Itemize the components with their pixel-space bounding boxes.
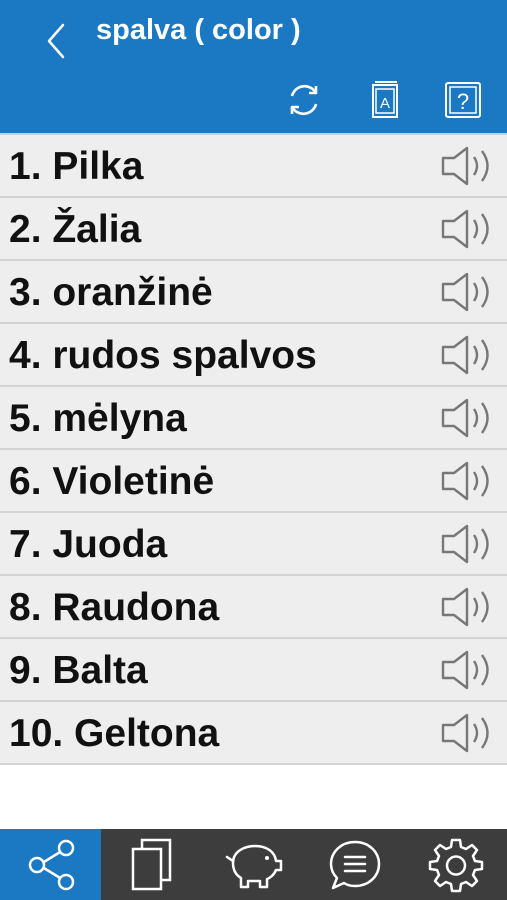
speaker-icon bbox=[441, 272, 489, 312]
word-list: 1. Pilka 2. Žalia 3. oranžinė 4. rudos s… bbox=[0, 133, 507, 765]
tab-share[interactable] bbox=[0, 829, 102, 900]
word-label: 10. Geltona bbox=[9, 712, 220, 755]
list-item[interactable]: 6. Violetinė bbox=[0, 450, 507, 513]
speaker-button[interactable] bbox=[439, 585, 497, 629]
speaker-icon bbox=[441, 335, 489, 375]
tab-savings[interactable] bbox=[203, 829, 304, 900]
speaker-button[interactable] bbox=[439, 144, 497, 188]
word-label: 7. Juoda bbox=[9, 523, 168, 566]
speaker-button[interactable] bbox=[439, 333, 497, 377]
header-bar: spalva ( color ) A ? bbox=[0, 0, 507, 133]
speaker-button[interactable] bbox=[439, 648, 497, 692]
back-button[interactable] bbox=[38, 18, 74, 64]
speaker-icon bbox=[441, 524, 489, 564]
speaker-button[interactable] bbox=[439, 270, 497, 314]
refresh-icon bbox=[290, 84, 318, 116]
list-item[interactable]: 10. Geltona bbox=[0, 702, 507, 765]
word-label: 1. Pilka bbox=[9, 145, 144, 188]
tab-settings[interactable] bbox=[406, 829, 507, 900]
speaker-icon bbox=[441, 650, 489, 690]
speaker-icon bbox=[441, 713, 489, 753]
word-label: 3. oranžinė bbox=[9, 271, 213, 314]
word-label: 2. Žalia bbox=[9, 208, 142, 251]
speaker-button[interactable] bbox=[439, 396, 497, 440]
dictionary-button[interactable]: A bbox=[364, 78, 406, 122]
speaker-button[interactable] bbox=[439, 711, 497, 755]
tab-chat[interactable] bbox=[304, 829, 405, 900]
bottom-tab-bar bbox=[0, 829, 507, 900]
chevron-left-icon bbox=[47, 23, 65, 59]
list-item[interactable]: 8. Raudona bbox=[0, 576, 507, 639]
speaker-icon bbox=[441, 398, 489, 438]
help-button[interactable]: ? bbox=[442, 78, 484, 122]
book-icon: A bbox=[372, 81, 398, 118]
list-item[interactable]: 3. oranžinė bbox=[0, 261, 507, 324]
list-item[interactable]: 9. Balta bbox=[0, 639, 507, 702]
word-label: 9. Balta bbox=[9, 649, 148, 692]
speaker-icon bbox=[441, 461, 489, 501]
list-item[interactable]: 7. Juoda bbox=[0, 513, 507, 576]
speaker-button[interactable] bbox=[439, 522, 497, 566]
speaker-button[interactable] bbox=[439, 459, 497, 503]
help-icon: ? bbox=[445, 82, 481, 118]
speaker-icon bbox=[441, 146, 489, 186]
word-label: 6. Violetinė bbox=[9, 460, 215, 503]
tab-cards[interactable] bbox=[101, 829, 202, 900]
list-item[interactable]: 2. Žalia bbox=[0, 198, 507, 261]
gear-icon bbox=[429, 838, 484, 892]
cards-icon bbox=[131, 838, 172, 890]
list-item[interactable]: 5. mėlyna bbox=[0, 387, 507, 450]
list-item[interactable]: 4. rudos spalvos bbox=[0, 324, 507, 387]
word-label: 5. mėlyna bbox=[9, 397, 187, 440]
list-item[interactable]: 1. Pilka bbox=[0, 135, 507, 198]
speaker-button[interactable] bbox=[439, 207, 497, 251]
speaker-icon bbox=[441, 587, 489, 627]
speaker-icon bbox=[441, 209, 489, 249]
word-label: 4. rudos spalvos bbox=[9, 334, 317, 377]
share-icon bbox=[28, 839, 74, 890]
piggy-bank-icon bbox=[225, 844, 282, 888]
svg-text:A: A bbox=[380, 95, 390, 112]
page-title: spalva ( color ) bbox=[96, 14, 301, 46]
chat-icon bbox=[329, 840, 381, 889]
word-label: 8. Raudona bbox=[9, 586, 220, 629]
refresh-button[interactable] bbox=[283, 78, 325, 122]
svg-text:?: ? bbox=[457, 89, 469, 114]
